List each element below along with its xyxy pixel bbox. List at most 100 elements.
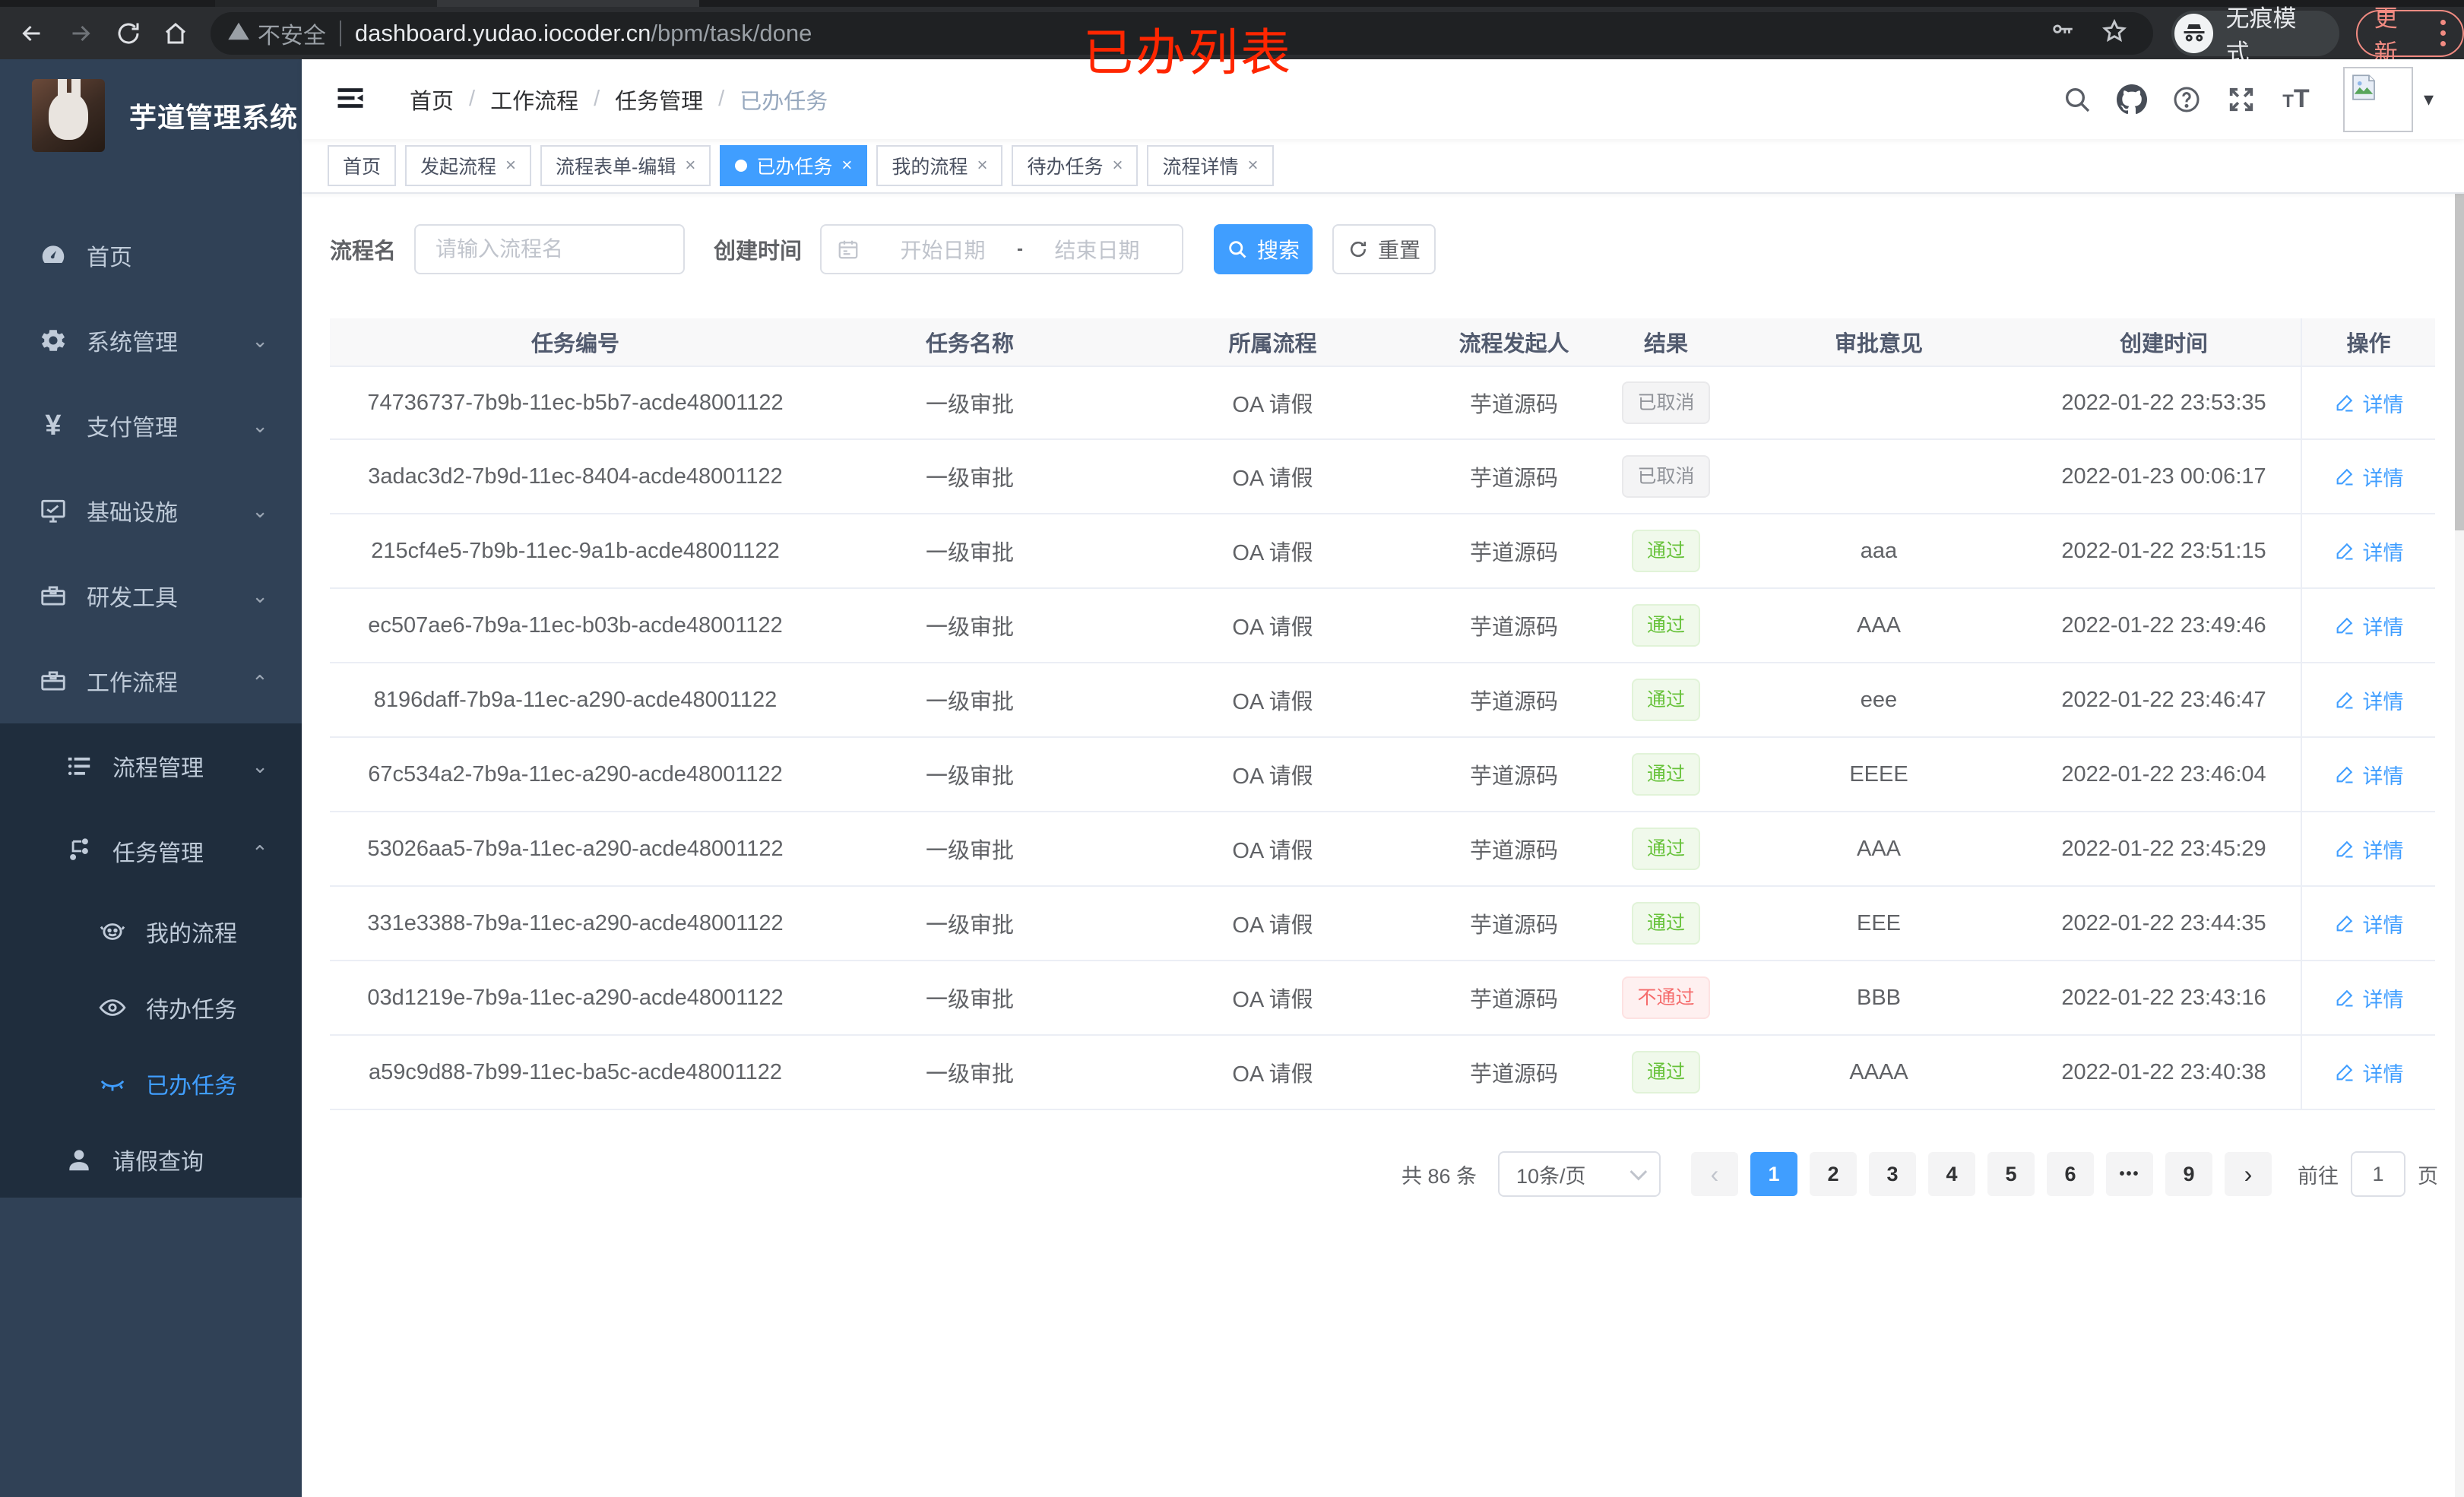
detail-link[interactable]: 详情 bbox=[2334, 909, 2404, 938]
breadcrumb-workflow[interactable]: 工作流程 bbox=[490, 84, 578, 116]
date-range-picker[interactable]: 开始日期 - 结束日期 bbox=[820, 224, 1184, 274]
status-badge: 已取消 bbox=[1622, 381, 1710, 424]
sidebar-item-done-tasks[interactable]: 已办任务 bbox=[0, 1046, 302, 1122]
detail-link[interactable]: 详情 bbox=[2334, 388, 2404, 418]
tab-my-process[interactable]: 我的流程 × bbox=[876, 145, 1003, 186]
detail-link[interactable]: 详情 bbox=[2334, 685, 2404, 715]
tab-done-tasks[interactable]: 已办任务 × bbox=[720, 145, 868, 186]
reset-button[interactable]: 重置 bbox=[1332, 224, 1436, 274]
sidebar-item-leave-query[interactable]: 请假查询 bbox=[0, 1122, 302, 1198]
status-badge: 通过 bbox=[1631, 828, 1700, 870]
page-button-6[interactable]: 6 bbox=[2047, 1152, 2094, 1196]
process-name-input[interactable] bbox=[435, 237, 664, 261]
status-badge: 通过 bbox=[1631, 679, 1700, 721]
browser-menu-icon[interactable] bbox=[2434, 20, 2452, 46]
list-icon bbox=[62, 752, 96, 780]
update-label[interactable]: 更新 bbox=[2374, 0, 2421, 68]
search-button[interactable]: 搜索 bbox=[1214, 224, 1313, 274]
col-result: 结果 bbox=[1601, 318, 1731, 366]
browser-back-button[interactable] bbox=[15, 17, 49, 50]
browser-reload-button[interactable] bbox=[112, 17, 145, 50]
close-icon[interactable]: × bbox=[505, 155, 516, 176]
end-date-placeholder[interactable]: 结束日期 bbox=[1028, 234, 1167, 264]
pagination: 共 86 条 10条/页 ‹ 1 2 3 4 5 6 ••• 9 › 前往 1 … bbox=[330, 1151, 2438, 1197]
detail-link[interactable]: 详情 bbox=[2334, 1058, 2404, 1087]
url-separator bbox=[339, 20, 341, 46]
sidebar-collapse-icon[interactable] bbox=[334, 81, 370, 118]
page-button-1[interactable]: 1 bbox=[1750, 1152, 1797, 1196]
sidebar-item-devtools[interactable]: 研发工具 ⌄ bbox=[0, 553, 302, 638]
start-date-placeholder[interactable]: 开始日期 bbox=[873, 234, 1012, 264]
detail-link[interactable]: 详情 bbox=[2334, 983, 2404, 1013]
page-size-select[interactable]: 10条/页 bbox=[1498, 1151, 1661, 1197]
security-label[interactable]: 不安全 bbox=[258, 17, 326, 50]
page-button-9[interactable]: 9 bbox=[2165, 1152, 2212, 1196]
detail-link[interactable]: 详情 bbox=[2334, 536, 2404, 566]
sidebar-item-system[interactable]: 系统管理 ⌄ bbox=[0, 298, 302, 383]
breadcrumb-separator: / bbox=[718, 87, 725, 111]
detail-link[interactable]: 详情 bbox=[2334, 760, 2404, 790]
breadcrumb-home[interactable]: 首页 bbox=[410, 84, 454, 116]
tab-home[interactable]: 首页 bbox=[328, 145, 397, 186]
goto-page-input[interactable] bbox=[2351, 1151, 2405, 1197]
detail-link[interactable]: 详情 bbox=[2334, 834, 2404, 864]
close-icon[interactable]: × bbox=[977, 155, 987, 176]
close-icon[interactable]: × bbox=[1248, 155, 1259, 176]
done-task-table: 任务编号 任务名称 所属流程 流程发起人 结果 审批意见 创建时间 操作 747… bbox=[330, 318, 2438, 1110]
sidebar-item-home[interactable]: 首页 bbox=[0, 213, 302, 298]
table-row: 53026aa5-7b9a-11ec-a290-acde48001122 一级审… bbox=[330, 812, 2438, 887]
app-logo bbox=[32, 79, 105, 152]
table-row: ec507ae6-7b9a-11ec-b03b-acde48001122 一级审… bbox=[330, 589, 2438, 663]
close-icon[interactable]: × bbox=[685, 155, 695, 176]
tab-start-process[interactable]: 发起流程 × bbox=[405, 145, 532, 186]
sidebar-item-infrastructure[interactable]: 基础设施 ⌄ bbox=[0, 468, 302, 553]
url-host: dashboard.yudao.iocoder.cn bbox=[354, 19, 651, 46]
status-badge: 不通过 bbox=[1622, 976, 1710, 1019]
table-row: 03d1219e-7b9a-11ec-a290-acde48001122 一级审… bbox=[330, 961, 2438, 1036]
fullscreen-icon[interactable] bbox=[2214, 84, 2269, 115]
page-button-5[interactable]: 5 bbox=[1987, 1152, 2035, 1196]
password-key-icon[interactable] bbox=[2050, 18, 2076, 48]
font-size-icon[interactable]: TT bbox=[2269, 84, 2323, 114]
page-button-2[interactable]: 2 bbox=[1810, 1152, 1857, 1196]
sidebar-item-task-mgmt[interactable]: 任务管理 ⌄ bbox=[0, 809, 302, 894]
page-button-4[interactable]: 4 bbox=[1928, 1152, 1975, 1196]
detail-link[interactable]: 详情 bbox=[2334, 611, 2404, 641]
bookmark-star-icon[interactable] bbox=[2101, 18, 2127, 48]
search-icon[interactable] bbox=[2050, 84, 2105, 115]
sidebar-item-todo-tasks[interactable]: 待办任务 bbox=[0, 970, 302, 1046]
close-icon[interactable]: × bbox=[841, 155, 852, 176]
sidebar-item-process-mgmt[interactable]: 流程管理 ⌄ bbox=[0, 723, 302, 809]
browser-home-button[interactable] bbox=[159, 17, 192, 50]
github-icon[interactable] bbox=[2105, 84, 2159, 115]
toolbox-icon bbox=[36, 581, 70, 610]
more-pages-button[interactable]: ••• bbox=[2106, 1152, 2153, 1196]
page-button-3[interactable]: 3 bbox=[1869, 1152, 1916, 1196]
browser-update-button[interactable]: 更新 bbox=[2355, 5, 2464, 66]
user-icon bbox=[62, 1145, 96, 1174]
prev-page-button[interactable]: ‹ bbox=[1691, 1152, 1738, 1196]
next-page-button[interactable]: › bbox=[2225, 1152, 2272, 1196]
active-tab-dot bbox=[735, 160, 748, 172]
sidebar-item-payment[interactable]: ¥ 支付管理 ⌄ bbox=[0, 383, 302, 468]
help-icon[interactable] bbox=[2159, 84, 2214, 115]
chevron-down-icon: ⌄ bbox=[252, 328, 268, 352]
tab-form-edit[interactable]: 流程表单-编辑 × bbox=[540, 145, 711, 186]
close-icon[interactable]: × bbox=[1112, 155, 1123, 176]
col-comment: 审批意见 bbox=[1731, 318, 2027, 366]
avatar[interactable] bbox=[2342, 66, 2413, 132]
sidebar-menu: 首页 系统管理 ⌄ ¥ 支付管理 ⌄ 基础设施 ⌄ 研发工具 ⌄ 工作流程 ⌄ … bbox=[0, 213, 302, 1198]
tab-process-detail[interactable]: 流程详情 × bbox=[1147, 145, 1274, 186]
window-scrollbar[interactable] bbox=[2455, 59, 2464, 1497]
app-logo-row[interactable]: 芋道管理系统 bbox=[0, 59, 302, 170]
caret-down-icon[interactable]: ▾ bbox=[2424, 87, 2434, 111]
navbar-actions: TT ▾ bbox=[2050, 66, 2434, 132]
sidebar-item-workflow[interactable]: 工作流程 ⌄ bbox=[0, 638, 302, 723]
browser-forward-button[interactable] bbox=[64, 17, 97, 50]
table-row: a59c9d88-7b99-11ec-ba5c-acde48001122 一级审… bbox=[330, 1036, 2438, 1110]
tab-todo-tasks[interactable]: 待办任务 × bbox=[1012, 145, 1139, 186]
detail-link[interactable]: 详情 bbox=[2334, 462, 2404, 492]
breadcrumb-task-mgmt[interactable]: 任务管理 bbox=[615, 84, 703, 116]
col-actions: 操作 bbox=[2301, 318, 2435, 366]
sidebar-item-my-process[interactable]: 我的流程 bbox=[0, 894, 302, 970]
